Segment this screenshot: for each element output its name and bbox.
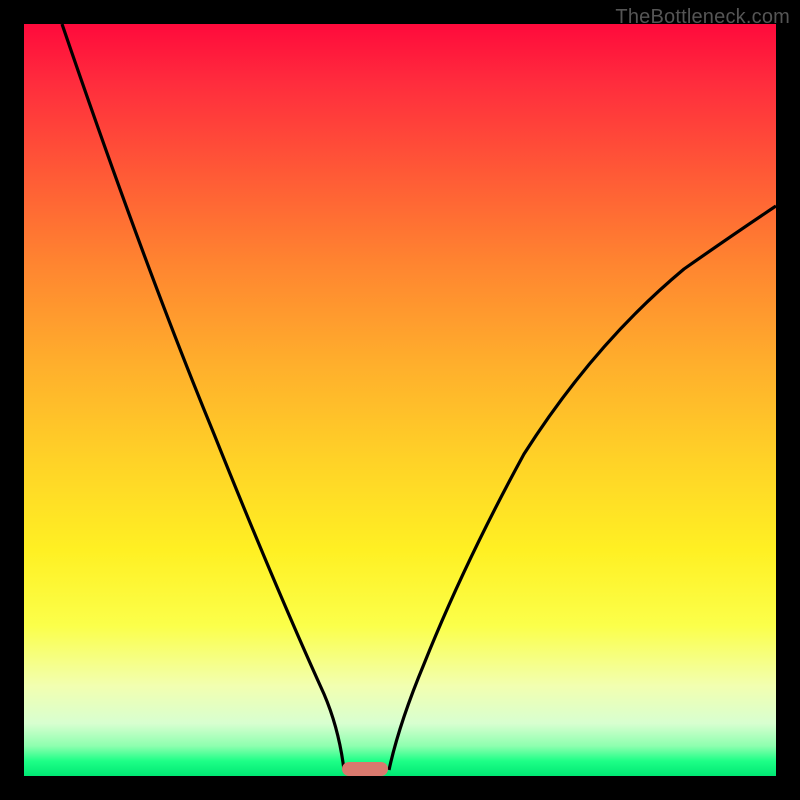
watermark-text: TheBottleneck.com [615, 6, 790, 29]
plot-area [24, 24, 776, 776]
chart-frame: TheBottleneck.com [0, 0, 800, 800]
bottleneck-curves [24, 24, 776, 776]
right-curve [389, 206, 776, 770]
left-curve [62, 24, 344, 770]
bottleneck-marker [342, 762, 388, 776]
